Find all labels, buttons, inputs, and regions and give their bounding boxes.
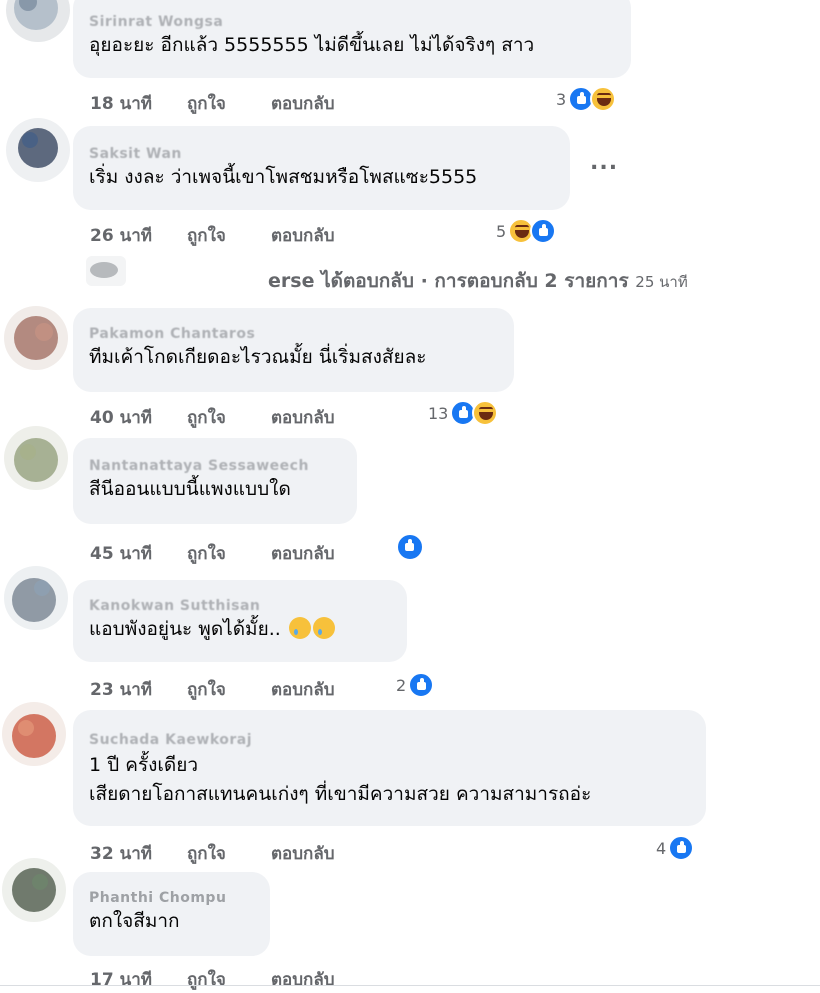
- like-button[interactable]: ถูกใจ: [187, 540, 271, 567]
- comment-text: ทีมเค้าโกดเกียดอะไรวณมั้ย นี่เริ่มสงสัยล…: [89, 346, 427, 368]
- comment-actions: 26 นาที ถูกใจ ตอบกลับ: [90, 222, 335, 249]
- replies-time: 25 นาที: [635, 273, 688, 291]
- comment-text: เริ่ม งงละ ว่าเพจนี้เขาโพสชมหรือโพสแซะ55…: [89, 166, 478, 188]
- crying-emoji-icon: [288, 617, 311, 639]
- comment-author[interactable]: Suchada Kaewkoraj: [89, 731, 692, 749]
- view-replies-link[interactable]: erse ได้ตอบกลับ · การตอบกลับ 2 รายการ 25…: [268, 266, 688, 296]
- reply-button[interactable]: ตอบกลับ: [271, 222, 335, 249]
- avatar[interactable]: [4, 566, 68, 630]
- comment-author[interactable]: Sirinrat Wongsa: [89, 13, 617, 31]
- comment-time[interactable]: 18 นาที: [90, 90, 187, 117]
- reaction-summary[interactable]: [394, 533, 424, 561]
- like-button[interactable]: ถูกใจ: [187, 90, 271, 117]
- avatar[interactable]: [4, 426, 68, 490]
- comment-bubble: Saksit Wan เริ่ม งงละ ว่าเพจนี้เขาโพสชมห…: [73, 126, 570, 210]
- comment-bubble: Kanokwan Sutthisan แอบพังอยู่นะ พูดได้มั…: [73, 580, 407, 662]
- like-reaction-icon: [530, 218, 557, 244]
- comment-author[interactable]: Saksit Wan: [89, 145, 556, 163]
- replies-text: erse ได้ตอบกลับ · การตอบกลับ 2 รายการ: [268, 270, 629, 292]
- avatar[interactable]: [2, 858, 66, 922]
- comment-bubble: Phanthi Chompu ตกใจสีมาก: [73, 872, 270, 956]
- reaction-count: 5: [496, 221, 507, 241]
- like-button[interactable]: ถูกใจ: [187, 676, 271, 703]
- like-button[interactable]: ถูกใจ: [187, 222, 271, 249]
- reaction-summary[interactable]: 2: [396, 672, 435, 698]
- comment-text: อุยอะยะ อีกแล้ว 5555555 ไม่ดีขึ้นเลย ไม่…: [89, 34, 535, 56]
- comment-bubble: Suchada Kaewkoraj 1 ปี ครั้งเดียว เสียดา…: [73, 710, 706, 826]
- reply-button[interactable]: ตอบกลับ: [271, 676, 335, 703]
- reaction-count: 2: [396, 675, 407, 695]
- comment-text-line2: เสียดายโอกาสแทนคนเก่งๆ ที่เขามีความสวย ค…: [89, 783, 592, 805]
- comment-author[interactable]: Pakamon Chantaros: [89, 325, 500, 343]
- avatar[interactable]: [2, 702, 66, 766]
- reaction-count: 4: [656, 838, 667, 858]
- reaction-count: 13: [428, 403, 449, 423]
- comment-actions: 32 นาที ถูกใจ ตอบกลับ: [90, 840, 335, 867]
- avatar[interactable]: [6, 118, 70, 182]
- comment-time[interactable]: 45 นาที: [90, 540, 187, 567]
- reply-button[interactable]: ตอบกลับ: [271, 540, 335, 567]
- comment-bubble: Pakamon Chantaros ทีมเค้าโกดเกียดอะไรวณม…: [73, 308, 514, 392]
- reaction-summary[interactable]: 4: [656, 835, 695, 861]
- sad-tear-emoji-icon: [312, 617, 335, 639]
- comment-actions: 18 นาที ถูกใจ ตอบกลับ: [90, 90, 335, 117]
- like-reaction-icon: [668, 835, 695, 861]
- like-button[interactable]: ถูกใจ: [187, 404, 271, 431]
- comment-actions: 40 นาที ถูกใจ ตอบกลับ: [90, 404, 335, 431]
- comment-author[interactable]: Kanokwan Sutthisan: [89, 597, 393, 615]
- comment-text-line1: 1 ปี ครั้งเดียว: [89, 754, 199, 776]
- comment-text: ตกใจสีมาก: [89, 910, 180, 932]
- reply-button[interactable]: ตอบกลับ: [271, 404, 335, 431]
- comment-author[interactable]: Nantanattaya Sessaweech: [89, 457, 343, 475]
- comment-text-body: แอบพังอยู่นะ พูดได้มั้ย..: [89, 618, 281, 640]
- comment-author[interactable]: Phanthi Chompu: [89, 889, 256, 907]
- reply-button[interactable]: ตอบกลับ: [271, 840, 335, 867]
- more-options-icon[interactable]: ...: [590, 150, 618, 175]
- like-reaction-icon: [396, 533, 424, 561]
- comment-actions: 23 นาที ถูกใจ ตอบกลับ: [90, 676, 335, 703]
- comment-actions: 45 นาที ถูกใจ ตอบกลับ: [90, 540, 335, 567]
- comment-time[interactable]: 32 นาที: [90, 840, 187, 867]
- avatar[interactable]: [4, 306, 68, 370]
- comment-bubble: Nantanattaya Sessaweech สีนีออนแบบนี้แพง…: [73, 438, 357, 524]
- like-reaction-icon: [408, 672, 435, 698]
- comment-time[interactable]: 26 นาที: [90, 222, 187, 249]
- comment-text: แอบพังอยู่นะ พูดได้มั้ย..: [89, 615, 393, 644]
- comment-text: สีนีออนแบบนี้แพงแบบใด: [89, 478, 291, 500]
- reaction-summary[interactable]: 3: [556, 86, 617, 112]
- haha-reaction-icon: [590, 86, 617, 112]
- avatar[interactable]: [6, 0, 70, 42]
- haha-reaction-icon: [472, 400, 499, 426]
- reply-avatar[interactable]: [86, 256, 126, 286]
- divider: [0, 985, 820, 986]
- comment-time[interactable]: 23 นาที: [90, 676, 187, 703]
- reaction-summary[interactable]: 13: [428, 400, 499, 426]
- reply-button[interactable]: ตอบกลับ: [271, 90, 335, 117]
- reaction-summary[interactable]: 5: [496, 218, 557, 244]
- like-button[interactable]: ถูกใจ: [187, 840, 271, 867]
- comment-time[interactable]: 40 นาที: [90, 404, 187, 431]
- reaction-count: 3: [556, 89, 567, 109]
- comment-bubble: Sirinrat Wongsa อุยอะยะ อีกแล้ว 5555555 …: [73, 0, 631, 78]
